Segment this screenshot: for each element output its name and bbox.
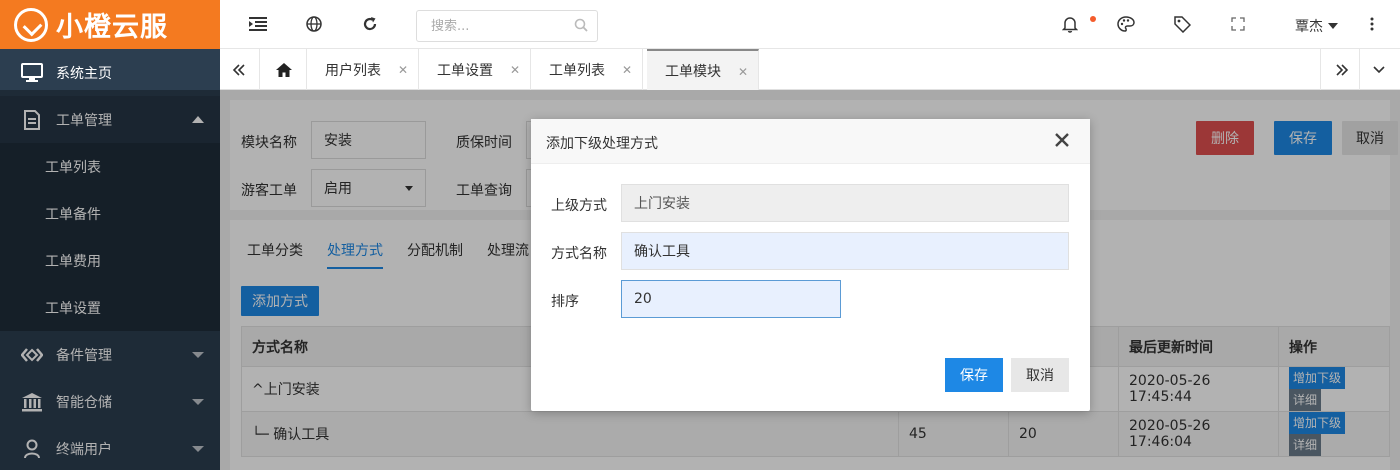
notification-dot	[1090, 16, 1096, 22]
close-icon[interactable]: ✕	[398, 63, 408, 77]
search-input[interactable]	[416, 10, 598, 42]
brand-name: 小橙云服	[56, 12, 168, 43]
refresh-icon[interactable]	[360, 14, 380, 34]
sort-order-label: 排序	[551, 294, 579, 310]
tabs-scroll-left-icon[interactable]	[220, 49, 260, 90]
menu-toggle-icon[interactable]	[248, 14, 268, 34]
tabs-dropdown-icon[interactable]	[1360, 49, 1400, 90]
user-menu[interactable]: 覃杰	[1295, 16, 1338, 36]
more-vertical-icon[interactable]	[1362, 14, 1382, 34]
dialog-save-button[interactable]: 保存	[945, 358, 1003, 392]
tab-ticket-settings[interactable]: 工单设置 ✕	[419, 49, 531, 90]
parent-method-field	[621, 184, 1069, 222]
tab-ticket-module[interactable]: 工单模块 ✕	[647, 49, 759, 90]
page-tabs-bar: 用户列表 ✕ 工单设置 ✕ 工单列表 ✕ 工单模块 ✕	[220, 49, 1400, 90]
close-icon[interactable]: ✕	[510, 63, 520, 77]
sidebar-item-home[interactable]: 系统主页	[0, 49, 220, 96]
bell-icon[interactable]	[1060, 14, 1080, 34]
search-icon[interactable]	[574, 18, 588, 36]
method-name-label: 方式名称	[551, 246, 607, 262]
username: 覃杰	[1295, 19, 1323, 35]
brand-logo[interactable]: 小橙云服	[0, 0, 220, 49]
fullscreen-icon[interactable]	[1228, 14, 1248, 34]
close-icon[interactable]: ✕	[738, 65, 748, 79]
sidebar-item-label: 系统主页	[56, 65, 112, 82]
globe-icon[interactable]	[304, 14, 324, 34]
method-name-input[interactable]	[621, 232, 1069, 270]
monitor-icon	[20, 62, 44, 83]
add-child-method-dialog: 添加下级处理方式 上级方式 方式名称 排序 保存 取消	[531, 119, 1090, 411]
tab-ticket-list[interactable]: 工单列表 ✕	[531, 49, 643, 90]
parent-method-label: 上级方式	[551, 198, 607, 214]
tabs-scroll-right-icon[interactable]	[1320, 49, 1360, 90]
close-icon[interactable]	[1054, 132, 1072, 150]
chevron-down-icon	[1328, 23, 1338, 29]
close-icon[interactable]: ✕	[622, 63, 632, 77]
top-header: 覃杰	[220, 0, 1400, 49]
palette-icon[interactable]	[1116, 14, 1136, 34]
dialog-title: 添加下级处理方式	[546, 136, 658, 152]
sort-order-input[interactable]	[621, 280, 841, 318]
tab-user-list[interactable]: 用户列表 ✕	[307, 49, 419, 90]
dialog-cancel-button[interactable]: 取消	[1011, 358, 1069, 392]
home-tab-icon[interactable]	[260, 49, 307, 90]
dialog-header: 添加下级处理方式	[531, 119, 1090, 164]
tag-icon[interactable]	[1172, 14, 1192, 34]
brand-logo-icon	[14, 7, 48, 42]
